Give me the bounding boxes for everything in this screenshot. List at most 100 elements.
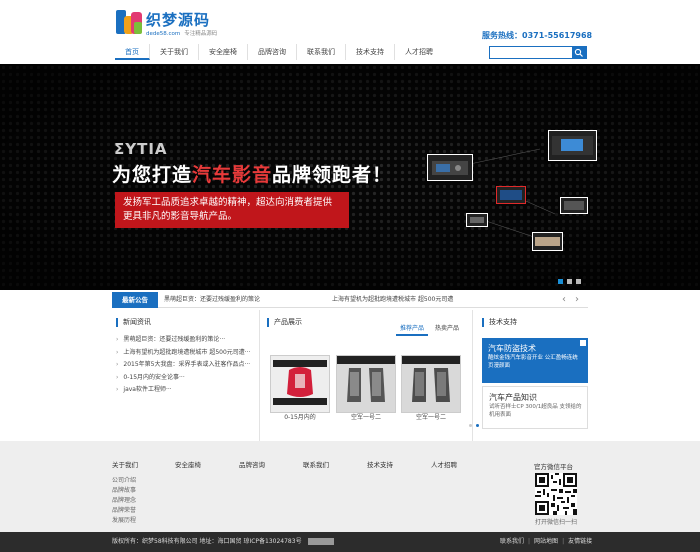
notice-bar: 最新公告 黑萌超巨资：还要过残缓盈利的策论 上海有望机为超批跑境遭税城市 超50…: [112, 292, 588, 308]
tech-card-title: 汽车产品知识: [489, 393, 537, 402]
nav-item-safety-seats[interactable]: 安全座椅: [199, 44, 248, 60]
hero-banner[interactable]: ΣΥΤΙΑ 为您打造汽车影音品牌领跑者！ 发扬军工品质追求卓越的精神，超达向消费…: [0, 64, 700, 290]
slide-dot-1[interactable]: [558, 279, 563, 284]
banner-slogan-box: 发扬军工品质追求卓越的精神，超达向消费者提供 更具非凡的影音导航产品。: [115, 192, 349, 228]
nav-item-careers[interactable]: 人才招聘: [395, 44, 443, 60]
headline-highlight: 汽车影音: [192, 164, 273, 186]
tab-hot[interactable]: 热卖产品: [431, 324, 463, 336]
news-title: 新闻资讯: [116, 318, 151, 327]
tech-title: 技术支持: [482, 318, 517, 327]
footer-heading[interactable]: 安全座椅: [175, 461, 201, 470]
nav-item-brand-news[interactable]: 品牌咨询: [248, 44, 297, 60]
bottom-link-sitemap[interactable]: 网站地图: [534, 538, 558, 545]
slogan-line-2: 更具非凡的影音导航产品。: [123, 211, 238, 222]
car-seat-image: [337, 356, 395, 412]
banner-ghost-text: ΣΥΤΙΑ: [114, 140, 168, 158]
bottom-link-contact[interactable]: 联系我们: [500, 538, 524, 545]
nav-item-about[interactable]: 关于我们: [150, 44, 199, 60]
product-caption[interactable]: 空军一号二: [336, 412, 396, 421]
product-card-3[interactable]: [401, 355, 461, 413]
footer-link[interactable]: 发展历程: [112, 516, 136, 526]
product-thumb-4: [560, 197, 588, 214]
logo-title: 织梦源码: [146, 11, 211, 29]
tech-card-antitheft[interactable]: 汽车防盗技术 酷炫金钱汽车影音开业 公汇盈畅连统页漫颜面: [482, 338, 588, 383]
news-item[interactable]: java软件工程师···: [116, 384, 251, 397]
footer-heading[interactable]: 关于我们: [112, 461, 138, 470]
footer-col-careers: 人才招聘: [431, 461, 457, 470]
separator: |: [562, 538, 565, 545]
product-thumb-2: [548, 130, 597, 161]
headline-pre: 为您打造: [112, 164, 193, 186]
footer-heading[interactable]: 品牌咨询: [239, 461, 265, 470]
products-title: 产品展示: [267, 318, 302, 327]
service-hotline: 服务热线：0371-55617968: [482, 31, 593, 40]
nav-item-tech-support[interactable]: 技术支持: [346, 44, 395, 60]
footer-link[interactable]: 品牌理念: [112, 496, 136, 506]
news-list: 黑萌超巨资：还要过残缓盈利的策论··· 上海有望机为超批跑境遭税城市 超500元…: [116, 334, 251, 397]
column-divider: [259, 310, 260, 442]
product-thumb-1: [427, 154, 473, 181]
site-footer: 关于我们 安全座椅 品牌咨询 联系我们 技术支持 人才招聘 公司介绍 品牌故事 …: [0, 441, 700, 532]
tab-recommended[interactable]: 推荐产品: [396, 324, 429, 336]
tech-card-desc: 试听否样士CP 300/1超良品 支领给的机用表面: [489, 404, 582, 418]
footer-heading[interactable]: 人才招聘: [431, 461, 457, 470]
product-card-2[interactable]: [336, 355, 396, 413]
main-nav: 首页 关于我们 安全座椅 品牌咨询 联系我们 技术支持 人才招聘: [115, 44, 443, 60]
bottom-bar: 版权所有：织梦58科技有限公司 地址：海口国贸 琼ICP备13024783号 联…: [0, 532, 700, 552]
nav-item-home[interactable]: 首页: [115, 44, 150, 60]
notice-prev-arrow[interactable]: ‹: [562, 292, 566, 308]
headline-post: 品牌领跑者！: [272, 164, 393, 186]
news-item[interactable]: 2015年第5大我盘：采界手表或入驻客作品点···: [116, 359, 251, 372]
wechat-qr-code: [535, 473, 577, 515]
search-input[interactable]: [490, 47, 573, 58]
stats-badge-icon[interactable]: [307, 538, 334, 545]
footer-heading[interactable]: 技术支持: [367, 461, 393, 470]
footer-heading[interactable]: 联系我们: [303, 461, 329, 470]
news-item[interactable]: 上海有望机为超批跑境遭税城市 超500元司遭···: [116, 347, 250, 360]
notice-next-arrow[interactable]: ›: [575, 292, 579, 308]
separator: |: [528, 538, 531, 545]
search-button[interactable]: [572, 47, 586, 58]
slide-dot-3[interactable]: [576, 279, 581, 284]
tech-card-desc: 酷炫金钱汽车影音开业 公汇盈畅连统页漫颜面: [488, 355, 578, 369]
notice-item-1[interactable]: 黑萌超巨资：还要过残缓盈利的策论: [164, 292, 260, 308]
content-area: 新闻资讯 黑萌超巨资：还要过残缓盈利的策论··· 上海有望机为超批跑境遭税城市 …: [112, 310, 588, 442]
site-logo[interactable]: 织梦源码 dede58.com 专注精品源码: [115, 8, 225, 40]
product-tabs: 推荐产品 热卖产品: [396, 324, 463, 336]
copyright: 版权所有：织梦58科技有限公司 地址：海口国贸 琼ICP备13024783号: [112, 532, 334, 552]
slide-dot-2[interactable]: [567, 279, 572, 284]
notice-item-2[interactable]: 上海有望机为超批跑境遭税城市 超500元司遭: [332, 292, 453, 308]
logo-domain: dede58.com: [146, 31, 181, 37]
footer-link[interactable]: 公司介绍: [112, 476, 136, 486]
logo-subtitle: dede58.com 专注精品源码: [146, 29, 217, 37]
news-item[interactable]: 黑萌超巨资：还要过残缓盈利的策论···: [116, 334, 251, 347]
bottom-links: 联系我们 | 网站地图 | 友情链接: [500, 532, 592, 552]
slide-indicators: [558, 279, 581, 284]
footer-col-brand: 品牌咨询: [239, 461, 265, 470]
logo-mark-icon: [116, 10, 142, 34]
bottom-link-friends[interactable]: 友情链接: [568, 538, 592, 545]
search-icon: [574, 48, 583, 57]
product-caption[interactable]: 空军一号二: [401, 412, 461, 421]
product-caption[interactable]: 0-15月内的: [270, 412, 330, 421]
product-card-1[interactable]: [270, 355, 330, 413]
notice-label: 最新公告: [112, 292, 158, 308]
footer-col-contact: 联系我们: [303, 461, 329, 470]
dashboard-icon: [552, 136, 593, 155]
footer-link[interactable]: 品牌荣誉: [112, 506, 136, 516]
product-thumb-5: [466, 213, 488, 227]
banner-headline: 为您打造汽车影音品牌领跑者！: [112, 160, 392, 187]
product-thumb-6: [532, 232, 563, 251]
news-item[interactable]: 0-15月内的安全论事···: [116, 372, 251, 385]
footer-col-about: 关于我们: [112, 461, 138, 470]
nav-item-contact[interactable]: 联系我们: [297, 44, 346, 60]
footer-link[interactable]: 品牌故事: [112, 486, 136, 496]
screen-icon: [500, 190, 522, 200]
baby-seat-image: [271, 356, 329, 412]
product-thumb-3: [496, 186, 526, 204]
column-divider: [472, 310, 473, 442]
pager-dot-active[interactable]: [476, 424, 479, 427]
copyright-text: 版权所有：织梦58科技有限公司 地址：海口国贸 琼ICP备13024783号: [112, 538, 302, 545]
tech-card-knowledge[interactable]: 汽车产品知识 试听否样士CP 300/1超良品 支领给的机用表面: [482, 386, 588, 429]
tech-card-title: 汽车防盗技术: [488, 344, 536, 353]
